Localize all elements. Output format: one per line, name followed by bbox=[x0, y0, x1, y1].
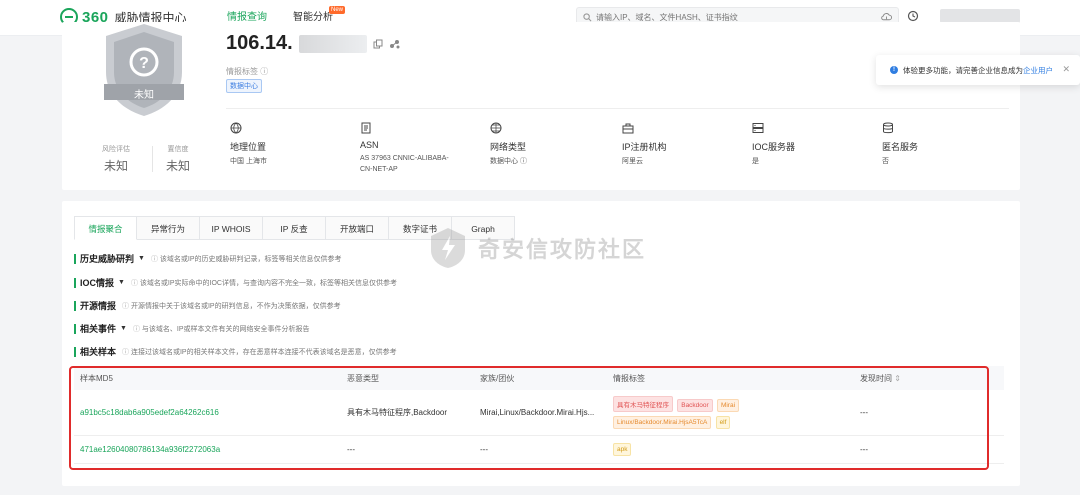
shield-icon: ? bbox=[104, 24, 184, 116]
section-marker bbox=[74, 277, 76, 288]
enterprise-notice: ! 体验更多功能，请完善企业信息成为 企业用户 ✕ bbox=[876, 55, 1080, 85]
section-ioc[interactable]: IOC情报 ▼ 该域名或IP实际命中的IOC详情，与查询内容不完全一致，标签等相… bbox=[74, 276, 397, 289]
risk-assessment: 风险评估 未知 bbox=[102, 144, 130, 174]
upload-cloud-icon[interactable] bbox=[881, 12, 892, 22]
confidence-value: 未知 bbox=[166, 159, 191, 173]
section-marker bbox=[74, 300, 76, 311]
section-tip: 连接过该域名或IP的相关样本文件，存在恶意样本连接不代表该域名是恶意，仅供参考 bbox=[122, 347, 397, 357]
section-tip: 该域名或IP的历史威胁研判记录，标签等相关信息仅供参考 bbox=[151, 254, 342, 264]
section-open-source[interactable]: 开源情报 开源情报中关于该域名或IP的研判信息，不作为决策依据，仅供参考 bbox=[74, 299, 341, 312]
enterprise-user-link[interactable]: 企业用户 bbox=[1023, 65, 1053, 76]
attr-value: 数据中心 ⓘ bbox=[490, 158, 527, 165]
confidence-key: 置信度 bbox=[167, 146, 189, 153]
section-title: IOC情报 bbox=[80, 278, 115, 288]
datacenter-tag[interactable]: 数据中心 bbox=[226, 79, 262, 93]
ip-blurred-part bbox=[298, 34, 367, 53]
section-marker bbox=[74, 323, 76, 334]
notice-text: 体验更多功能，请完善企业信息成为 bbox=[903, 65, 1023, 75]
caret-down-icon[interactable]: ▼ bbox=[120, 325, 127, 332]
globe-icon bbox=[230, 122, 242, 134]
tab-ip-reverse[interactable]: IP 反查 bbox=[263, 216, 326, 240]
attr-asn: ASN AS 37963 CNNIC-ALIBABA-CN-NET-AP bbox=[360, 122, 460, 175]
shield-label: 未知 bbox=[134, 90, 154, 101]
attr-name: 匿名服务 bbox=[882, 142, 919, 152]
server-icon bbox=[752, 123, 764, 133]
database-icon bbox=[883, 122, 893, 134]
attr-name: IOC服务器 bbox=[752, 142, 796, 152]
attr-name: ASN bbox=[360, 140, 379, 150]
section-title: 相关事件 bbox=[80, 324, 117, 334]
attr-location: 地理位置 中国 上海市 bbox=[230, 122, 350, 167]
attr-anonymous: 匿名服务 否 bbox=[882, 122, 1002, 167]
divider bbox=[226, 108, 1009, 109]
section-related-samples[interactable]: 相关样本 连接过该域名或IP的相关样本文件，存在恶意样本连接不代表该域名是恶意，… bbox=[74, 345, 397, 358]
tab-open-ports[interactable]: 开放端口 bbox=[326, 216, 389, 240]
confidence: 置信度 未知 bbox=[166, 144, 190, 174]
attr-value: 否 bbox=[882, 158, 889, 165]
watermark-logo-icon bbox=[431, 228, 465, 268]
highlight-box bbox=[69, 366, 989, 470]
svg-text:?: ? bbox=[139, 55, 149, 72]
watermark: 奇安信攻防社区 bbox=[428, 226, 646, 270]
briefcase-icon bbox=[622, 123, 634, 134]
attr-value: 阿里云 bbox=[622, 158, 643, 165]
watermark-text: 奇安信攻防社区 bbox=[478, 237, 647, 262]
attr-registrar: IP注册机构 阿里云 bbox=[622, 122, 742, 167]
attr-name: 网络类型 bbox=[490, 142, 527, 152]
new-badge: New bbox=[328, 6, 345, 14]
document-icon bbox=[361, 122, 371, 134]
history-icon[interactable] bbox=[907, 10, 919, 22]
attr-value: AS 37963 CNNIC-ALIBABA-CN-NET-AP bbox=[360, 155, 449, 173]
ip-title: 106.14. bbox=[226, 32, 401, 55]
section-title: 开源情报 bbox=[80, 301, 117, 311]
attr-ioc-server: IOC服务器 是 bbox=[752, 122, 872, 167]
attr-network-type: 网络类型 数据中心 ⓘ bbox=[490, 122, 610, 167]
section-tip: 与该域名、IP或样本文件有关的网络安全事件分析报告 bbox=[133, 324, 310, 334]
attr-name: IP注册机构 bbox=[622, 142, 667, 152]
section-title: 相关样本 bbox=[80, 347, 117, 357]
graph-icon[interactable] bbox=[389, 39, 401, 49]
risk-assessment-key: 风险评估 bbox=[102, 146, 130, 153]
attr-name: 地理位置 bbox=[230, 142, 267, 152]
section-related-events[interactable]: 相关事件 ▼ 与该域名、IP或样本文件有关的网络安全事件分析报告 bbox=[74, 322, 310, 335]
section-marker bbox=[74, 346, 76, 357]
network-icon bbox=[490, 122, 502, 134]
section-marker bbox=[74, 253, 76, 264]
caret-down-icon[interactable]: ▼ bbox=[138, 255, 145, 262]
copy-icon[interactable] bbox=[373, 39, 383, 49]
summary-card: ? 未知 风险评估 未知 置信度 未知 106.14. 情报标签 ⓘ 数据中心 … bbox=[62, 22, 1020, 190]
tab-abnormal-behavior[interactable]: 异常行为 bbox=[137, 216, 200, 240]
tab-intel-aggregation[interactable]: 情报聚合 bbox=[74, 216, 137, 240]
attr-value: 中国 上海市 bbox=[230, 158, 267, 165]
attr-value: 是 bbox=[752, 158, 759, 165]
intel-tags-label: 情报标签 ⓘ bbox=[226, 67, 269, 76]
user-account-blurred[interactable] bbox=[940, 9, 1020, 23]
risk-assessment-value: 未知 bbox=[103, 159, 128, 173]
ip-address: 106.14. bbox=[226, 32, 293, 54]
search-icon bbox=[583, 12, 592, 21]
section-tip: 该域名或IP实际命中的IOC详情，与查询内容不完全一致，标签等相关信息仅供参考 bbox=[131, 278, 397, 288]
search-input[interactable] bbox=[596, 12, 856, 22]
caret-down-icon[interactable]: ▼ bbox=[118, 279, 125, 286]
section-title: 历史威胁研判 bbox=[80, 254, 135, 264]
info-icon: ! bbox=[890, 66, 898, 74]
tab-ip-whois[interactable]: IP WHOIS bbox=[200, 216, 263, 240]
divider bbox=[152, 146, 153, 172]
close-icon[interactable]: ✕ bbox=[1062, 64, 1070, 75]
section-history-judgement[interactable]: 历史威胁研判 ▼ 该域名或IP的历史威胁研判记录，标签等相关信息仅供参考 bbox=[74, 252, 342, 265]
section-tip: 开源情报中关于该域名或IP的研判信息，不作为决策依据，仅供参考 bbox=[122, 301, 341, 311]
